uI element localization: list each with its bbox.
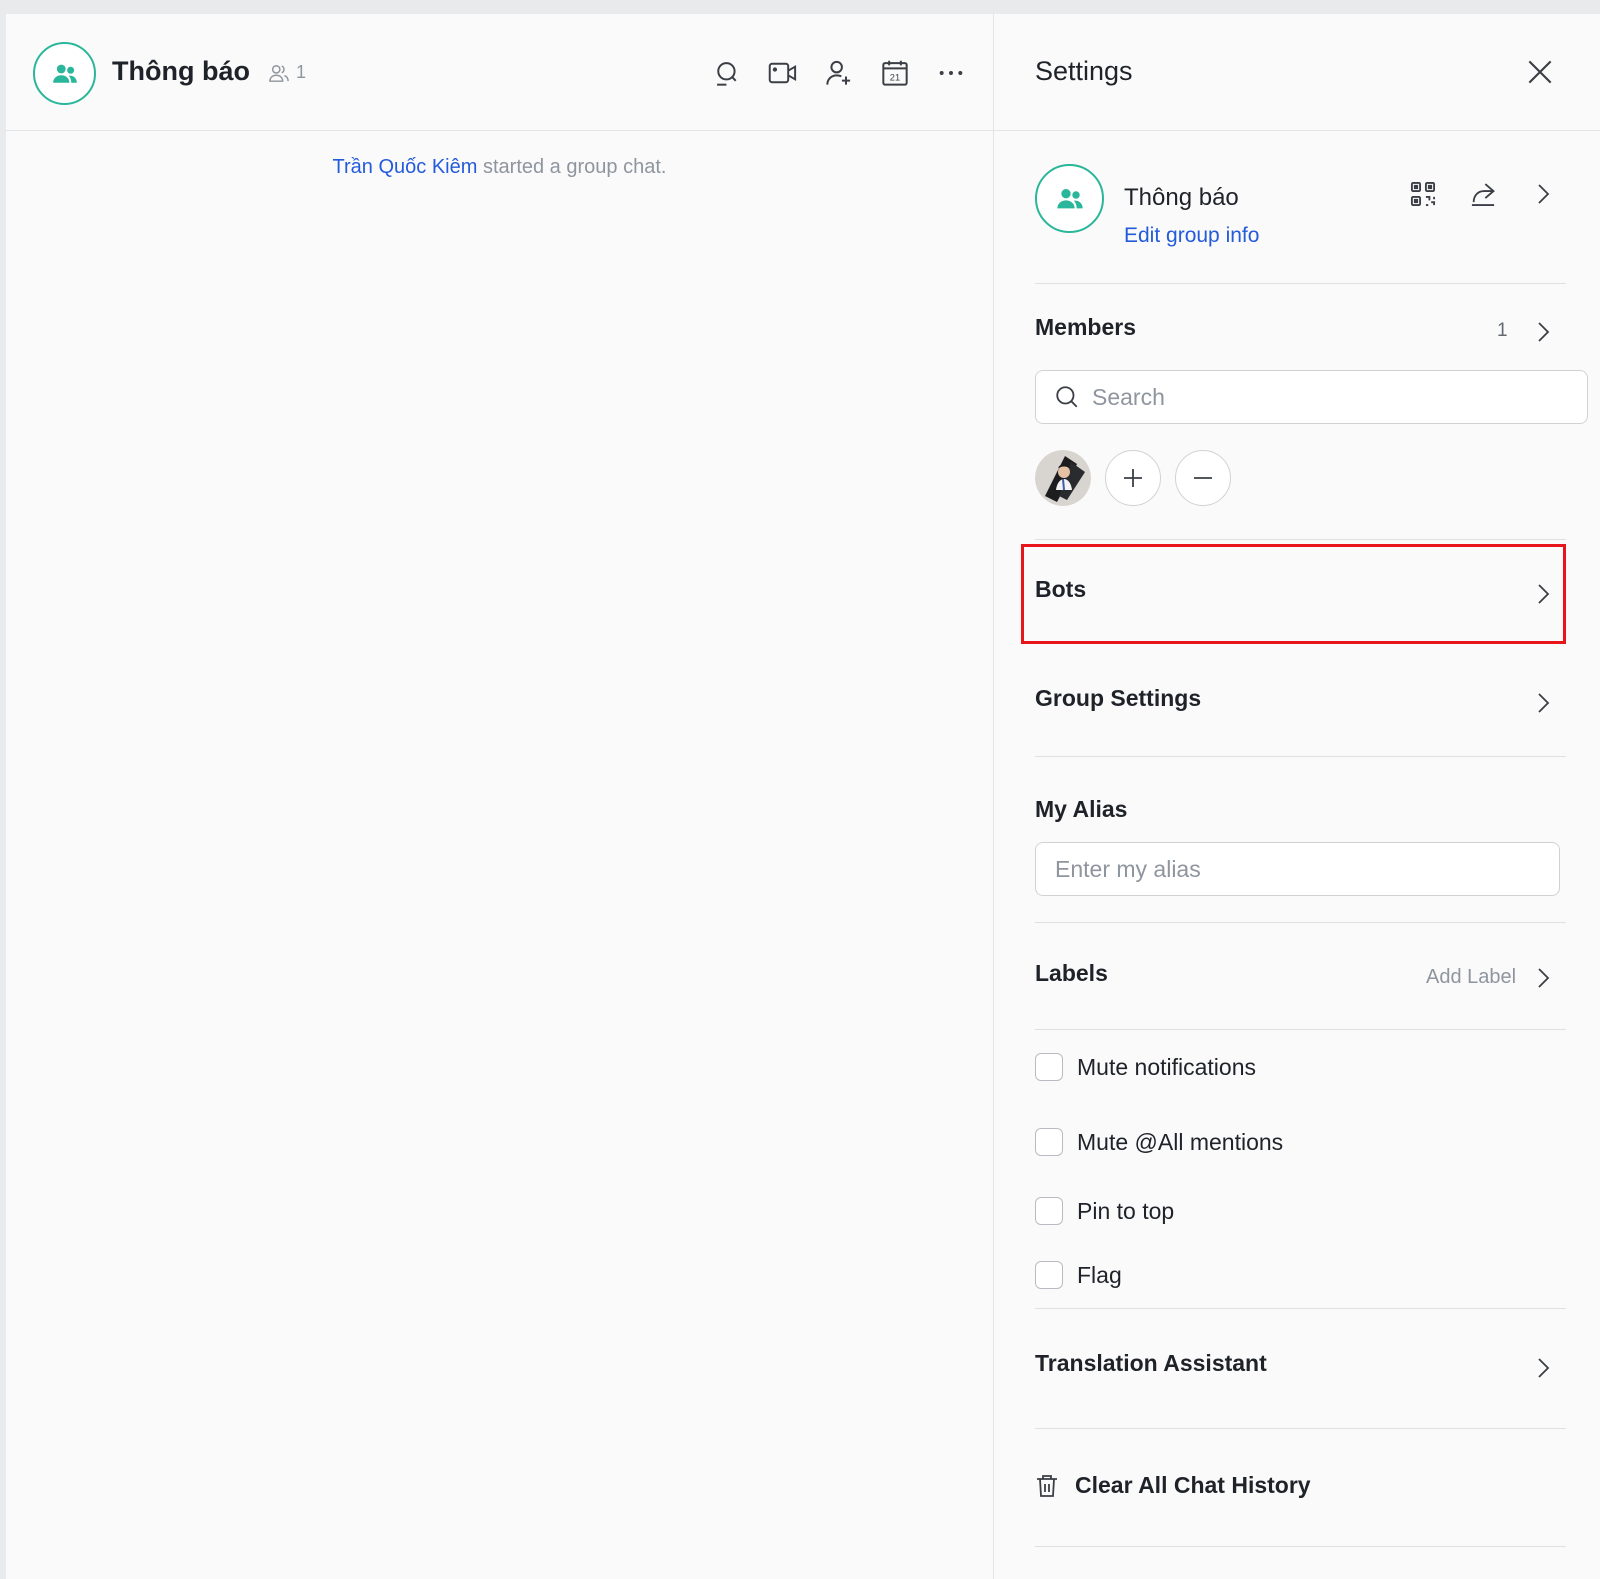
more-icon[interactable]	[936, 58, 966, 88]
divider	[1035, 1428, 1566, 1429]
flag-checkbox[interactable]	[1035, 1261, 1063, 1289]
labels-chevron-icon[interactable]	[1531, 964, 1555, 997]
divider	[1035, 1546, 1566, 1547]
pin-to-top-option[interactable]: Pin to top	[1035, 1197, 1174, 1225]
app-window: Thông báo 1 21 Trần Quốc Kiêm started a …	[6, 14, 1600, 1579]
group-avatar[interactable]	[33, 42, 96, 105]
members-chevron-icon[interactable]	[1531, 318, 1555, 351]
chat-header: Thông báo 1 21	[6, 14, 993, 131]
mute-all-mentions-checkbox[interactable]	[1035, 1128, 1063, 1156]
settings-title: Settings	[1035, 56, 1133, 86]
divider	[1035, 922, 1566, 923]
divider	[1035, 756, 1566, 757]
settings-header: Settings	[994, 14, 1600, 131]
search-icon	[1056, 386, 1078, 408]
member-count[interactable]: 1	[268, 62, 306, 83]
members-title: Members	[1035, 314, 1136, 340]
pin-to-top-label: Pin to top	[1077, 1197, 1175, 1224]
chat-pane: Thông báo 1 21 Trần Quốc Kiêm started a …	[6, 14, 994, 1579]
trash-icon	[1037, 1474, 1057, 1497]
mute-notifications-option[interactable]: Mute notifications	[1035, 1053, 1256, 1081]
close-icon[interactable]	[1524, 56, 1556, 88]
calendar-icon[interactable]: 21	[880, 58, 910, 88]
translation-assistant-title: Translation Assistant	[1035, 1350, 1267, 1376]
search-icon[interactable]	[712, 58, 742, 88]
translation-assistant-row[interactable]: Translation Assistant	[1035, 1350, 1566, 1390]
flag-label: Flag	[1077, 1261, 1122, 1288]
group-icon	[52, 64, 77, 83]
system-message-user-link[interactable]: Trần Quốc Kiêm	[333, 156, 478, 178]
group-info-card: Thông báo Edit group info	[1035, 164, 1566, 284]
settings-panel: Settings Thông báo Edit group info Membe…	[994, 14, 1600, 1579]
clear-chat-history-label: Clear All Chat History	[1075, 1472, 1311, 1498]
my-alias-title: My Alias	[1035, 796, 1128, 822]
mute-all-mentions-option[interactable]: Mute @All mentions	[1035, 1128, 1283, 1156]
group-avatar-large[interactable]	[1035, 164, 1104, 233]
member-avatar[interactable]	[1035, 450, 1091, 506]
members-count: 1	[1497, 320, 1508, 341]
edit-group-info-link[interactable]: Edit group info	[1124, 224, 1259, 248]
members-icon	[269, 64, 289, 82]
calendar-day: 21	[890, 73, 900, 83]
system-message-text: started a group chat.	[477, 156, 667, 178]
add-member-icon[interactable]	[824, 58, 854, 88]
group-info-chevron-icon[interactable]	[1531, 180, 1555, 208]
mute-notifications-checkbox[interactable]	[1035, 1053, 1063, 1081]
mute-all-mentions-label: Mute @All mentions	[1077, 1128, 1284, 1155]
header-toolbar: 21	[712, 58, 966, 88]
system-message: Trần Quốc Kiêm started a group chat.	[6, 156, 993, 179]
plus-icon	[1124, 469, 1142, 487]
labels-row[interactable]: Labels Add Label	[1035, 960, 1566, 1000]
member-count-value: 1	[296, 62, 307, 82]
bots-highlight-box	[1021, 544, 1566, 644]
mute-notifications-label: Mute notifications	[1077, 1053, 1256, 1080]
add-member-button[interactable]	[1105, 450, 1161, 506]
minus-icon	[1194, 477, 1212, 479]
chat-title: Thông báo	[112, 56, 250, 86]
qr-code-icon[interactable]	[1409, 180, 1437, 208]
group-icon	[1056, 188, 1083, 208]
flag-option[interactable]: Flag	[1035, 1261, 1122, 1289]
share-icon[interactable]	[1469, 180, 1497, 208]
translation-assistant-chevron-icon[interactable]	[1531, 1354, 1555, 1387]
clear-chat-history-button[interactable]: Clear All Chat History	[1035, 1472, 1311, 1499]
alias-input-box[interactable]	[1035, 842, 1560, 896]
members-row[interactable]: Members 1	[1035, 314, 1566, 354]
pin-to-top-checkbox[interactable]	[1035, 1197, 1063, 1225]
divider	[1035, 539, 1566, 540]
group-settings-title: Group Settings	[1035, 685, 1202, 711]
group-name: Thông báo	[1124, 184, 1239, 211]
remove-member-button[interactable]	[1175, 450, 1231, 506]
divider	[1035, 1308, 1566, 1309]
member-search-box[interactable]	[1035, 370, 1588, 424]
alias-input[interactable]	[1055, 855, 1545, 883]
add-label-link[interactable]: Add Label	[1426, 966, 1516, 989]
member-search-input[interactable]	[1092, 383, 1572, 411]
group-settings-row[interactable]: Group Settings	[1035, 685, 1566, 725]
group-settings-chevron-icon[interactable]	[1531, 689, 1555, 722]
video-call-icon[interactable]	[768, 58, 798, 88]
divider	[1035, 1029, 1566, 1030]
member-avatars	[1035, 450, 1231, 506]
